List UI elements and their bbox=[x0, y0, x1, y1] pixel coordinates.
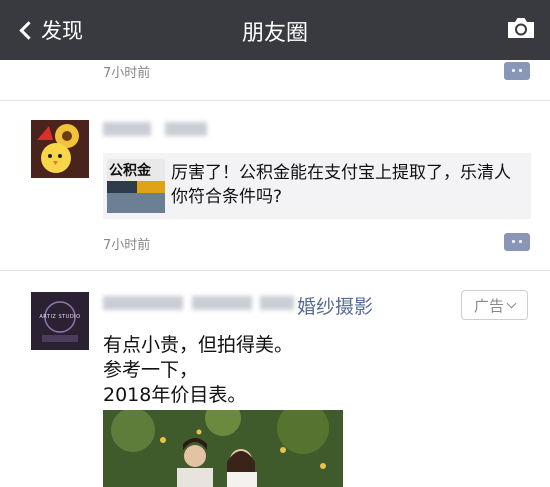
share-thumb-text: 公积金 bbox=[109, 163, 151, 179]
avatar-logo-text: ARTIZ STUDIO bbox=[39, 314, 81, 320]
post-time: 7小时前 bbox=[103, 238, 151, 253]
avatar[interactable]: ARTIZ STUDIO bbox=[31, 292, 89, 350]
advertiser-name[interactable]: 婚纱摄影 bbox=[297, 292, 373, 319]
shared-link-card[interactable]: 公积金 厉害了！公积金能在支付宝上提取了，乐清人你符合条件吗? bbox=[103, 153, 531, 219]
blurred-name bbox=[192, 296, 252, 310]
comment-button[interactable] bbox=[504, 233, 530, 251]
post-time: 7小时前 bbox=[103, 66, 151, 81]
avatar-image bbox=[31, 120, 89, 178]
avatar-logo bbox=[31, 292, 89, 350]
comment-button[interactable] bbox=[504, 62, 530, 80]
divider bbox=[0, 270, 550, 271]
share-thumbnail: 公积金 bbox=[107, 159, 165, 213]
ad-label: 广告 bbox=[473, 296, 504, 315]
blurred-name bbox=[165, 122, 207, 136]
post-text-line: 有点小贵，但拍得美。 bbox=[103, 334, 294, 356]
post-text-line: 2018年价目表。 bbox=[103, 384, 247, 406]
blurred-name bbox=[103, 296, 183, 310]
camera-icon[interactable] bbox=[506, 16, 536, 40]
blurred-name bbox=[260, 296, 294, 310]
blurred-name bbox=[103, 122, 151, 136]
share-title: 厉害了！公积金能在支付宝上提取了，乐清人你符合条件吗? bbox=[171, 163, 511, 207]
top-navbar: 发现 朋友圈 bbox=[0, 0, 550, 60]
ad-photo[interactable] bbox=[103, 410, 343, 487]
divider bbox=[0, 100, 550, 101]
avatar[interactable] bbox=[31, 120, 89, 178]
chevron-down-icon bbox=[506, 298, 517, 308]
ad-label-button[interactable]: 广告 bbox=[461, 290, 528, 320]
post-text-line: 参考一下， bbox=[103, 359, 199, 381]
page-title: 朋友圈 bbox=[241, 21, 308, 46]
